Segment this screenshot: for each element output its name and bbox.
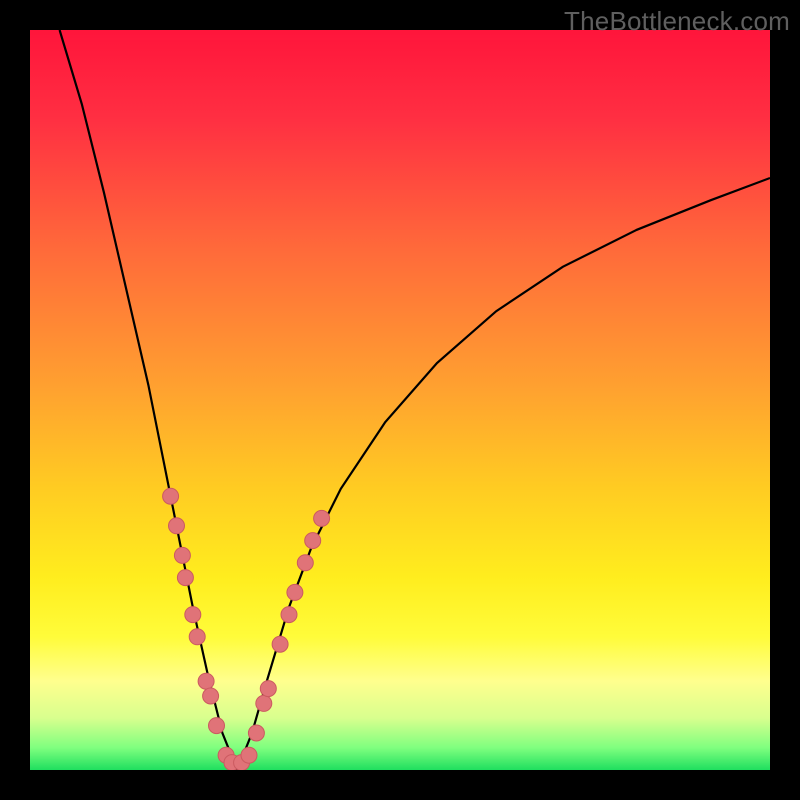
data-marker — [169, 518, 185, 534]
data-marker — [209, 718, 225, 734]
data-marker — [241, 747, 257, 763]
data-marker — [272, 636, 288, 652]
chart-frame: TheBottleneck.com — [0, 0, 800, 800]
data-marker — [163, 488, 179, 504]
data-marker — [287, 584, 303, 600]
data-marker — [248, 725, 264, 741]
curve-markers — [163, 488, 330, 770]
plot-area — [30, 30, 770, 770]
data-marker — [281, 607, 297, 623]
data-marker — [198, 673, 214, 689]
data-marker — [305, 533, 321, 549]
data-marker — [314, 510, 330, 526]
data-marker — [174, 547, 190, 563]
curve-layer — [30, 30, 770, 770]
right-curve — [237, 178, 770, 770]
watermark-text: TheBottleneck.com — [564, 6, 790, 37]
data-marker — [185, 607, 201, 623]
data-marker — [203, 688, 219, 704]
data-marker — [297, 555, 313, 571]
data-marker — [189, 629, 205, 645]
data-marker — [260, 681, 276, 697]
data-marker — [177, 570, 193, 586]
data-marker — [256, 695, 272, 711]
left-curve — [60, 30, 238, 770]
